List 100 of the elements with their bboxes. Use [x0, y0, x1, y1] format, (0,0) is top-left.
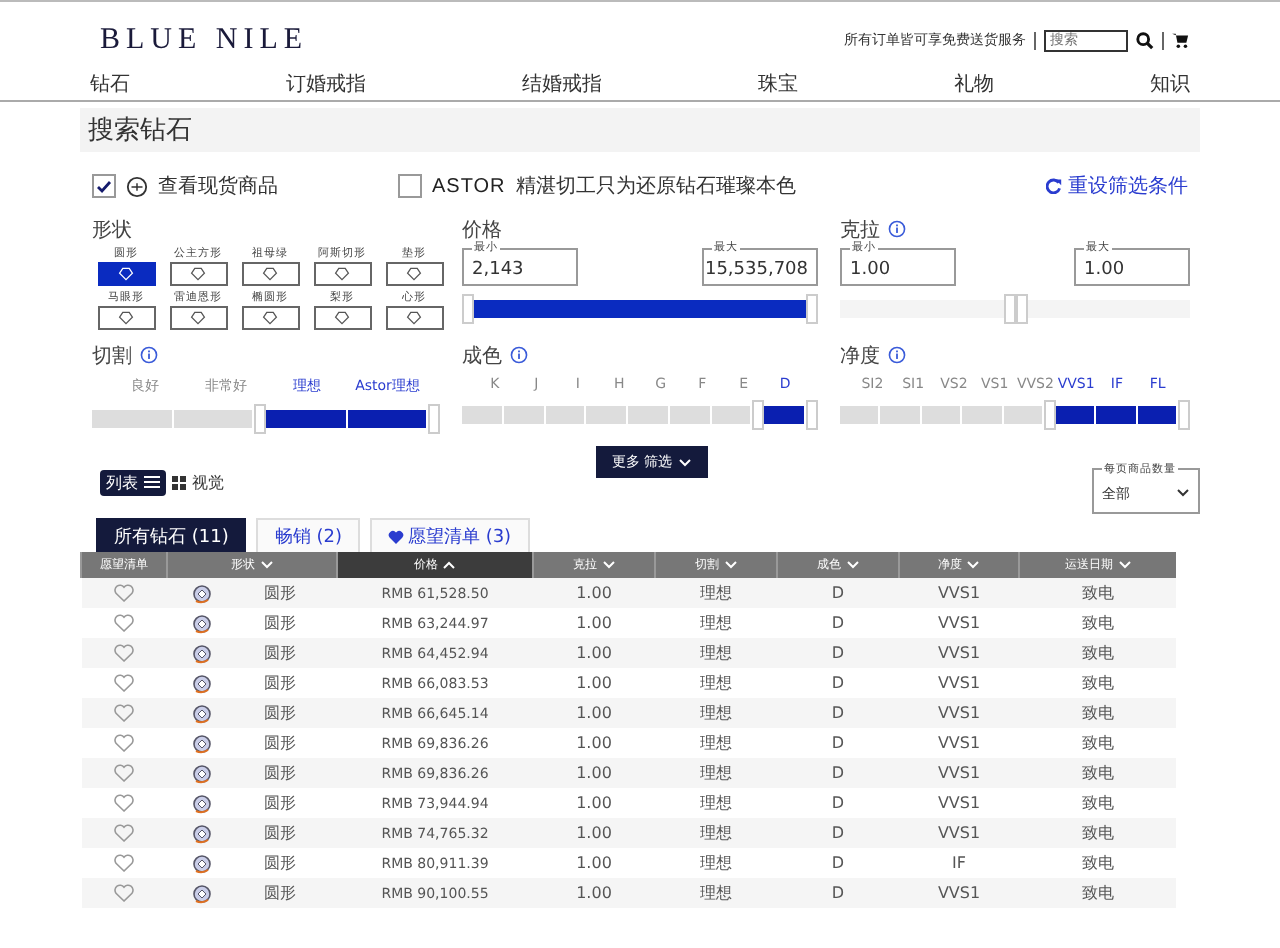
grid-icon: [172, 475, 186, 489]
table-cell: 1.00: [533, 698, 655, 728]
slider-segment[interactable]: [503, 406, 543, 424]
slider-segment[interactable]: [545, 406, 585, 424]
nav-item[interactable]: 钻石: [90, 69, 130, 97]
slider-segment[interactable]: [921, 406, 961, 424]
table-cell: VVS1: [899, 668, 1019, 698]
slider-handle[interactable]: [462, 294, 474, 324]
caret-icon: [1176, 488, 1190, 498]
table-cell: D: [777, 758, 899, 788]
view-toggle[interactable]: 列表: [100, 469, 166, 495]
search-icon[interactable]: [1136, 31, 1154, 49]
table-cell: 致电: [1019, 878, 1176, 908]
slider-segment[interactable]: [628, 406, 668, 424]
caret-icon: [723, 559, 737, 570]
slider-segment[interactable]: [1003, 406, 1042, 424]
caret-icon: [1117, 559, 1131, 570]
table-cell: 致电: [1019, 638, 1176, 668]
slider-handle[interactable]: [806, 400, 818, 430]
view-toggle[interactable]: 视觉: [166, 469, 230, 495]
table-cell: 理想: [655, 668, 777, 698]
slider-segment[interactable]: [347, 410, 426, 428]
checkbox[interactable]: [398, 174, 422, 198]
page-title: 搜索钻石: [80, 108, 1200, 152]
nav-item[interactable]: 订婚戒指: [286, 69, 366, 97]
info-icon[interactable]: [888, 220, 906, 238]
slider-segment[interactable]: [173, 410, 252, 428]
table-cell: 圆形: [263, 763, 296, 783]
logo[interactable]: BLUE NILE: [100, 23, 309, 57]
info-icon[interactable]: [510, 346, 528, 364]
table-cell: 理想: [655, 878, 777, 908]
slider-handle[interactable]: [1178, 400, 1190, 430]
table-cell: 1.00: [533, 878, 655, 908]
filter-label: 净度: [840, 343, 880, 369]
table-cell: D: [777, 608, 899, 638]
slider-handle[interactable]: [806, 294, 818, 324]
slider-handle[interactable]: [254, 404, 266, 434]
slider-segment[interactable]: [962, 406, 1001, 424]
info-icon[interactable]: [888, 346, 906, 364]
table-cell: IF: [899, 848, 1019, 878]
table-cell: D: [777, 788, 899, 818]
slider-segment[interactable]: [669, 406, 709, 424]
caret-icon: [678, 457, 693, 467]
diamond-icon: [190, 266, 206, 282]
slider-segment[interactable]: [840, 406, 879, 424]
reset-link[interactable]: 重设筛选条件: [1046, 172, 1188, 200]
tab[interactable]: 愿望清单 (3): [369, 518, 530, 552]
table-cell: VVS1: [899, 698, 1019, 728]
slider-track[interactable]: [840, 300, 1003, 318]
slider-segment[interactable]: [1055, 406, 1095, 424]
checkbox[interactable]: [92, 174, 116, 198]
diamond-icon: [192, 733, 213, 753]
slider-segment[interactable]: [1137, 406, 1176, 424]
table-cell: D: [777, 848, 899, 878]
table-cell: 理想: [655, 788, 777, 818]
diamond-icon: [192, 703, 213, 723]
table-cell: 致电: [1019, 608, 1176, 638]
table-cell: 理想: [655, 698, 777, 728]
nav-item[interactable]: 珠宝: [758, 69, 798, 97]
slider-handle[interactable]: [752, 400, 765, 430]
slider-segment[interactable]: [462, 406, 502, 424]
table-cell: 1.00: [533, 638, 655, 668]
slider-segment[interactable]: [1096, 406, 1136, 424]
nav-item[interactable]: 礼物: [954, 69, 994, 97]
cart-icon[interactable]: [1172, 32, 1190, 48]
slider-segment[interactable]: [880, 406, 920, 424]
table-cell: 1.00: [533, 788, 655, 818]
tab[interactable]: 所有钻石 (11): [96, 518, 247, 552]
slider-segment[interactable]: [266, 410, 345, 428]
diamond-icon: [192, 643, 213, 663]
slider-segment[interactable]: [711, 406, 751, 424]
table-cell: 圆形: [263, 733, 296, 753]
table-cell: VVS1: [899, 788, 1019, 818]
slider-segment[interactable]: [764, 406, 804, 424]
table-cell: 理想: [655, 728, 777, 758]
slider-segment[interactable]: [92, 410, 171, 428]
table-cell: D: [777, 578, 899, 608]
nav-item[interactable]: 结婚戒指: [522, 69, 602, 97]
slider-handle[interactable]: [1043, 400, 1056, 430]
info-icon[interactable]: [140, 346, 158, 364]
diamond-icon: [406, 310, 422, 326]
table-cell: D: [777, 728, 899, 758]
table-cell: 理想: [655, 848, 777, 878]
slider-track[interactable]: [1027, 300, 1190, 318]
slider-handle[interactable]: [1003, 294, 1015, 324]
table-cell: 致电: [1019, 668, 1176, 698]
tab[interactable]: 畅销 (2): [256, 518, 360, 552]
check-icon: [96, 179, 112, 193]
table-cell: D: [777, 818, 899, 848]
table-cell: VVS1: [899, 728, 1019, 758]
diamond-icon: [192, 613, 213, 633]
filter-label: 形状: [92, 217, 132, 243]
caret-icon: [442, 559, 456, 570]
diamond-icon: [262, 266, 278, 282]
plus-circle-icon: [126, 175, 148, 197]
slider-handle[interactable]: [428, 404, 440, 434]
table-cell: 致电: [1019, 698, 1176, 728]
nav-item[interactable]: 知识: [1150, 69, 1190, 97]
slider-segment[interactable]: [586, 406, 626, 424]
table-cell: VVS1: [899, 608, 1019, 638]
